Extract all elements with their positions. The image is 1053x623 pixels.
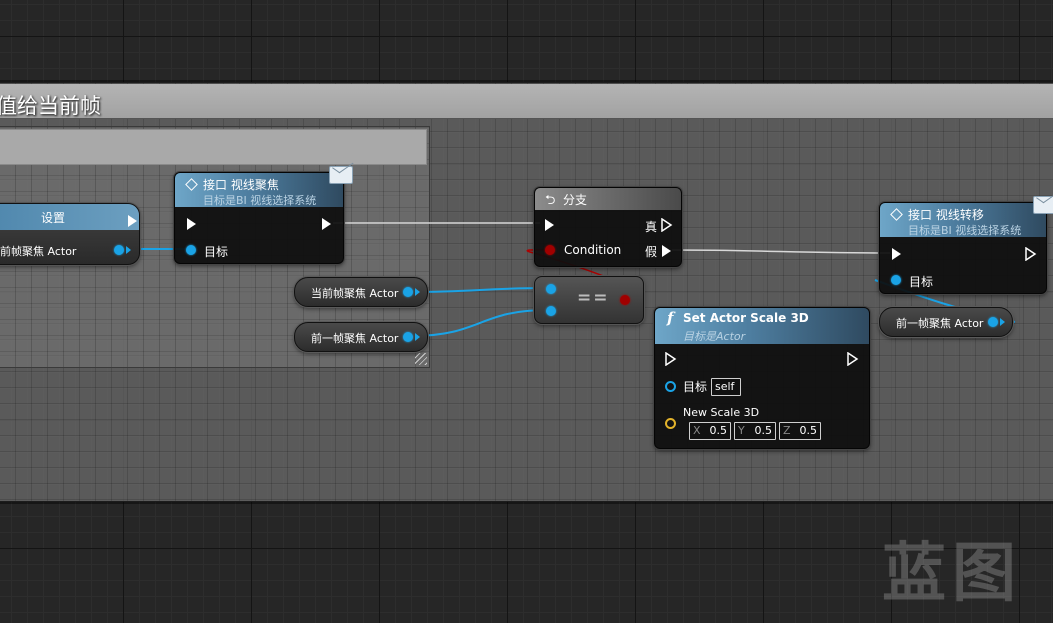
var-previous-focus-actor[interactable]: 前一帧聚焦 Actor [294, 322, 428, 352]
set-scale-vector-label: New Scale 3D [683, 406, 760, 419]
set-var-out-arrow-icon [126, 246, 131, 254]
set-scale-target-label: 目标 [683, 380, 708, 394]
branch-true-label: 真 [645, 220, 658, 234]
exec-wire-branch-false-to-shift [671, 249, 891, 254]
interface-shift-target-label: 目标 [909, 275, 934, 289]
interface-focus-node[interactable]: 接口 视线聚焦 目标是BI 视线选择系统 目标 [174, 172, 344, 264]
var-current-focus-actor[interactable]: 当前帧聚焦 Actor [294, 277, 428, 307]
branch-exec-in-pin[interactable] [545, 219, 554, 231]
branch-condition-label: Condition [564, 243, 622, 257]
branch-title: 分支 [563, 193, 588, 207]
scale-z-input[interactable]: Z 0.5 [779, 422, 821, 440]
set-scale-target-value: self [715, 380, 735, 393]
equal-input-b-pin[interactable] [546, 306, 556, 316]
interface-focus-target-pin[interactable] [186, 245, 196, 255]
var-previous-out-pin[interactable] [403, 332, 413, 342]
equal-symbol: == [577, 288, 610, 308]
interface-focus-subtitle: 目标是BI 视线选择系统 [203, 194, 317, 207]
interface-shift-target-pin[interactable] [891, 275, 901, 285]
set-scale-subtitle: 目标是Actor [683, 330, 746, 343]
equal-input-a-pin[interactable] [546, 284, 556, 294]
function-icon: f [667, 309, 674, 327]
interface-focus-exec-in-pin[interactable] [187, 218, 196, 230]
set-variable-node[interactable]: 设置 当前帧聚焦 Actor [0, 203, 140, 265]
var-previous-right-out-arrow-icon [1000, 318, 1005, 326]
var-previous-right-label: 前一帧聚焦 Actor [896, 317, 984, 330]
set-node-title: 设置 [41, 211, 66, 225]
branch-condition-pin[interactable] [545, 245, 555, 255]
interface-shift-exec-out-pin[interactable] [1025, 247, 1037, 261]
object-wire-current-to-equal [411, 287, 548, 293]
var-previous-label: 前一帧聚焦 Actor [311, 332, 399, 345]
var-current-out-arrow-icon [415, 288, 420, 296]
branch-false-label: 假 [645, 245, 658, 259]
set-scale-target-pin[interactable] [665, 381, 676, 392]
var-current-out-pin[interactable] [403, 287, 413, 297]
branch-true-pin-icon[interactable] [661, 218, 673, 232]
interface-shift-title: 接口 视线转移 [908, 208, 984, 222]
branch-node[interactable]: ⮌ 分支 真 Condition 假 [534, 187, 682, 267]
message-envelope-icon [329, 166, 353, 184]
interface-shift-node[interactable]: 接口 视线转移 目标是BI 视线选择系统 目标 [879, 202, 1047, 294]
equal-output-pin[interactable] [620, 295, 630, 305]
set-scale-title: Set Actor Scale 3D [683, 311, 809, 325]
interface-shift-exec-in-pin[interactable] [892, 248, 901, 260]
message-envelope-icon-right [1033, 196, 1053, 214]
set-var-label: 当前帧聚焦 Actor [0, 245, 77, 258]
interface-shift-subtitle: 目标是BI 视线选择系统 [908, 224, 1022, 237]
set-scale-exec-in-pin[interactable] [665, 352, 677, 366]
var-previous-focus-actor-right[interactable]: 前一帧聚焦 Actor [879, 307, 1013, 337]
var-current-label: 当前帧聚焦 Actor [311, 287, 399, 300]
var-previous-out-arrow-icon [415, 333, 420, 341]
set-scale-vector-pin[interactable] [665, 418, 676, 429]
scale-x-input[interactable]: X 0.5 [689, 422, 731, 440]
set-scale-target-self-box[interactable]: self [711, 378, 741, 396]
set-exec-out-pin[interactable] [128, 215, 137, 227]
interface-focus-target-label: 目标 [204, 245, 229, 259]
watermark-logo: 蓝图 [882, 537, 1022, 611]
set-actor-scale-node[interactable]: f Set Actor Scale 3D 目标是Actor 目标 self Ne… [654, 307, 870, 449]
interface-focus-exec-out-pin[interactable] [322, 218, 331, 230]
interface-focus-title: 接口 视线聚焦 [203, 178, 279, 192]
set-scale-exec-out-pin[interactable] [847, 352, 859, 366]
equal-node[interactable]: == [534, 276, 644, 324]
var-previous-right-out-pin[interactable] [988, 317, 998, 327]
object-wire-previous-to-equal [411, 309, 548, 337]
set-var-out-pin[interactable] [114, 245, 124, 255]
branch-false-pin[interactable] [662, 245, 671, 257]
branch-icon: ⮌ [545, 193, 556, 208]
scale-y-input[interactable]: Y 0.5 [734, 422, 776, 440]
